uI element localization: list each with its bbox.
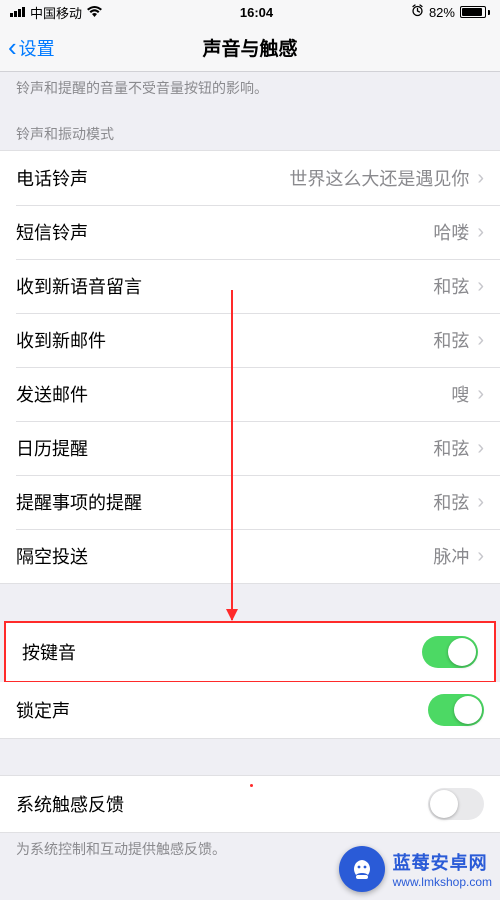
volume-note: 铃声和提醒的音量不受音量按钮的影响。	[0, 72, 500, 110]
chevron-right-icon: ›	[477, 383, 484, 406]
watermark-name: 蓝莓安卓网	[393, 853, 488, 873]
cell-value: 世界这么大还是遇见你	[289, 165, 469, 191]
row-newmail[interactable]: 收到新邮件 和弦 ›	[0, 313, 500, 367]
back-button[interactable]: ‹ 设置	[8, 24, 55, 71]
row-reminder[interactable]: 提醒事项的提醒 和弦 ›	[0, 475, 500, 529]
wifi-icon	[87, 5, 102, 20]
chevron-right-icon: ›	[477, 329, 484, 352]
cell-value: 和弦	[433, 327, 469, 353]
chevron-right-icon: ›	[477, 545, 484, 568]
section-header-ringtones: 铃声和振动模式	[0, 110, 500, 150]
chevron-right-icon: ›	[477, 221, 484, 244]
watermark-url: www.lmkshop.com	[393, 875, 492, 889]
cell-label: 短信铃声	[16, 219, 88, 245]
chevron-right-icon: ›	[477, 167, 484, 190]
cell-label: 系统触感反馈	[16, 791, 124, 817]
row-airdrop[interactable]: 隔空投送 脉冲 ›	[0, 529, 500, 583]
alarm-icon	[411, 4, 424, 20]
cell-label: 发送邮件	[16, 381, 88, 407]
row-keyboard-sound: 按键音	[6, 623, 494, 681]
cell-label: 锁定声	[16, 697, 70, 723]
battery-icon	[460, 6, 490, 18]
annotation-arrow	[231, 290, 233, 620]
lock-sound-toggle[interactable]	[428, 694, 484, 726]
chevron-right-icon: ›	[477, 491, 484, 514]
row-calendar[interactable]: 日历提醒 和弦 ›	[0, 421, 500, 475]
page-title: 声音与触感	[202, 34, 297, 61]
cell-value: 哈喽	[433, 219, 469, 245]
status-bar: 中国移动 16:04 82%	[0, 0, 500, 24]
cell-value: 嗖	[451, 381, 469, 407]
clock: 16:04	[240, 5, 273, 20]
ringtone-group: 电话铃声 世界这么大还是遇见你 › 短信铃声 哈喽 › 收到新语音留言 和弦 ›…	[0, 150, 500, 584]
content: 铃声和提醒的音量不受音量按钮的影响。 铃声和振动模式 电话铃声 世界这么大还是遇…	[0, 72, 500, 871]
carrier-label: 中国移动	[30, 3, 82, 22]
signal-icon	[10, 7, 25, 17]
system-haptic-toggle[interactable]	[428, 788, 484, 820]
cell-label: 收到新语音留言	[16, 273, 142, 299]
cell-label: 按键音	[22, 639, 76, 665]
cell-value: 脉冲	[433, 543, 469, 569]
chevron-left-icon: ‹	[8, 32, 17, 63]
cell-label: 收到新邮件	[16, 327, 106, 353]
keyboard-sound-toggle[interactable]	[422, 636, 478, 668]
cell-label: 提醒事项的提醒	[16, 489, 142, 515]
nav-bar: ‹ 设置 声音与触感	[0, 24, 500, 72]
row-voicemail[interactable]: 收到新语音留言 和弦 ›	[0, 259, 500, 313]
cell-value: 和弦	[433, 489, 469, 515]
cell-label: 日历提醒	[16, 435, 88, 461]
watermark-logo-icon	[339, 846, 385, 892]
keyboard-sound-highlight: 按键音	[4, 621, 496, 683]
chevron-right-icon: ›	[477, 437, 484, 460]
row-sms[interactable]: 短信铃声 哈喽 ›	[0, 205, 500, 259]
row-lock-sound: 锁定声	[0, 682, 500, 738]
cell-value: 和弦	[433, 273, 469, 299]
annotation-dot	[250, 784, 253, 787]
watermark: 蓝莓安卓网 www.lmkshop.com	[339, 846, 492, 892]
row-sentmail[interactable]: 发送邮件 嗖 ›	[0, 367, 500, 421]
battery-pct: 82%	[429, 5, 455, 20]
chevron-right-icon: ›	[477, 275, 484, 298]
row-ringtone[interactable]: 电话铃声 世界这么大还是遇见你 ›	[0, 151, 500, 205]
cell-label: 电话铃声	[16, 165, 88, 191]
cell-value: 和弦	[433, 435, 469, 461]
cell-label: 隔空投送	[16, 543, 88, 569]
back-label: 设置	[19, 35, 55, 61]
